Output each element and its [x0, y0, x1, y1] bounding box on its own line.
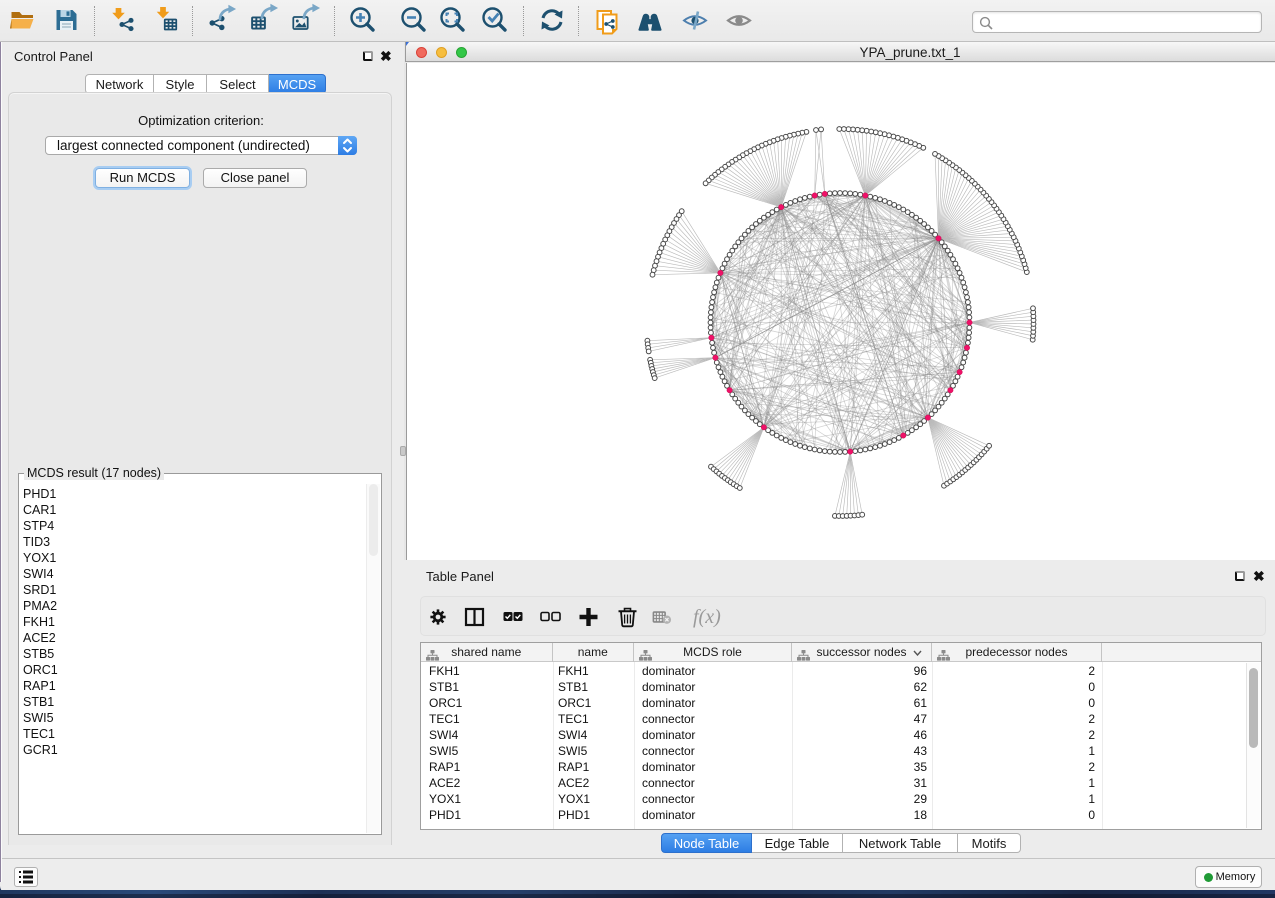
- svg-text:f(x): f(x): [693, 606, 721, 628]
